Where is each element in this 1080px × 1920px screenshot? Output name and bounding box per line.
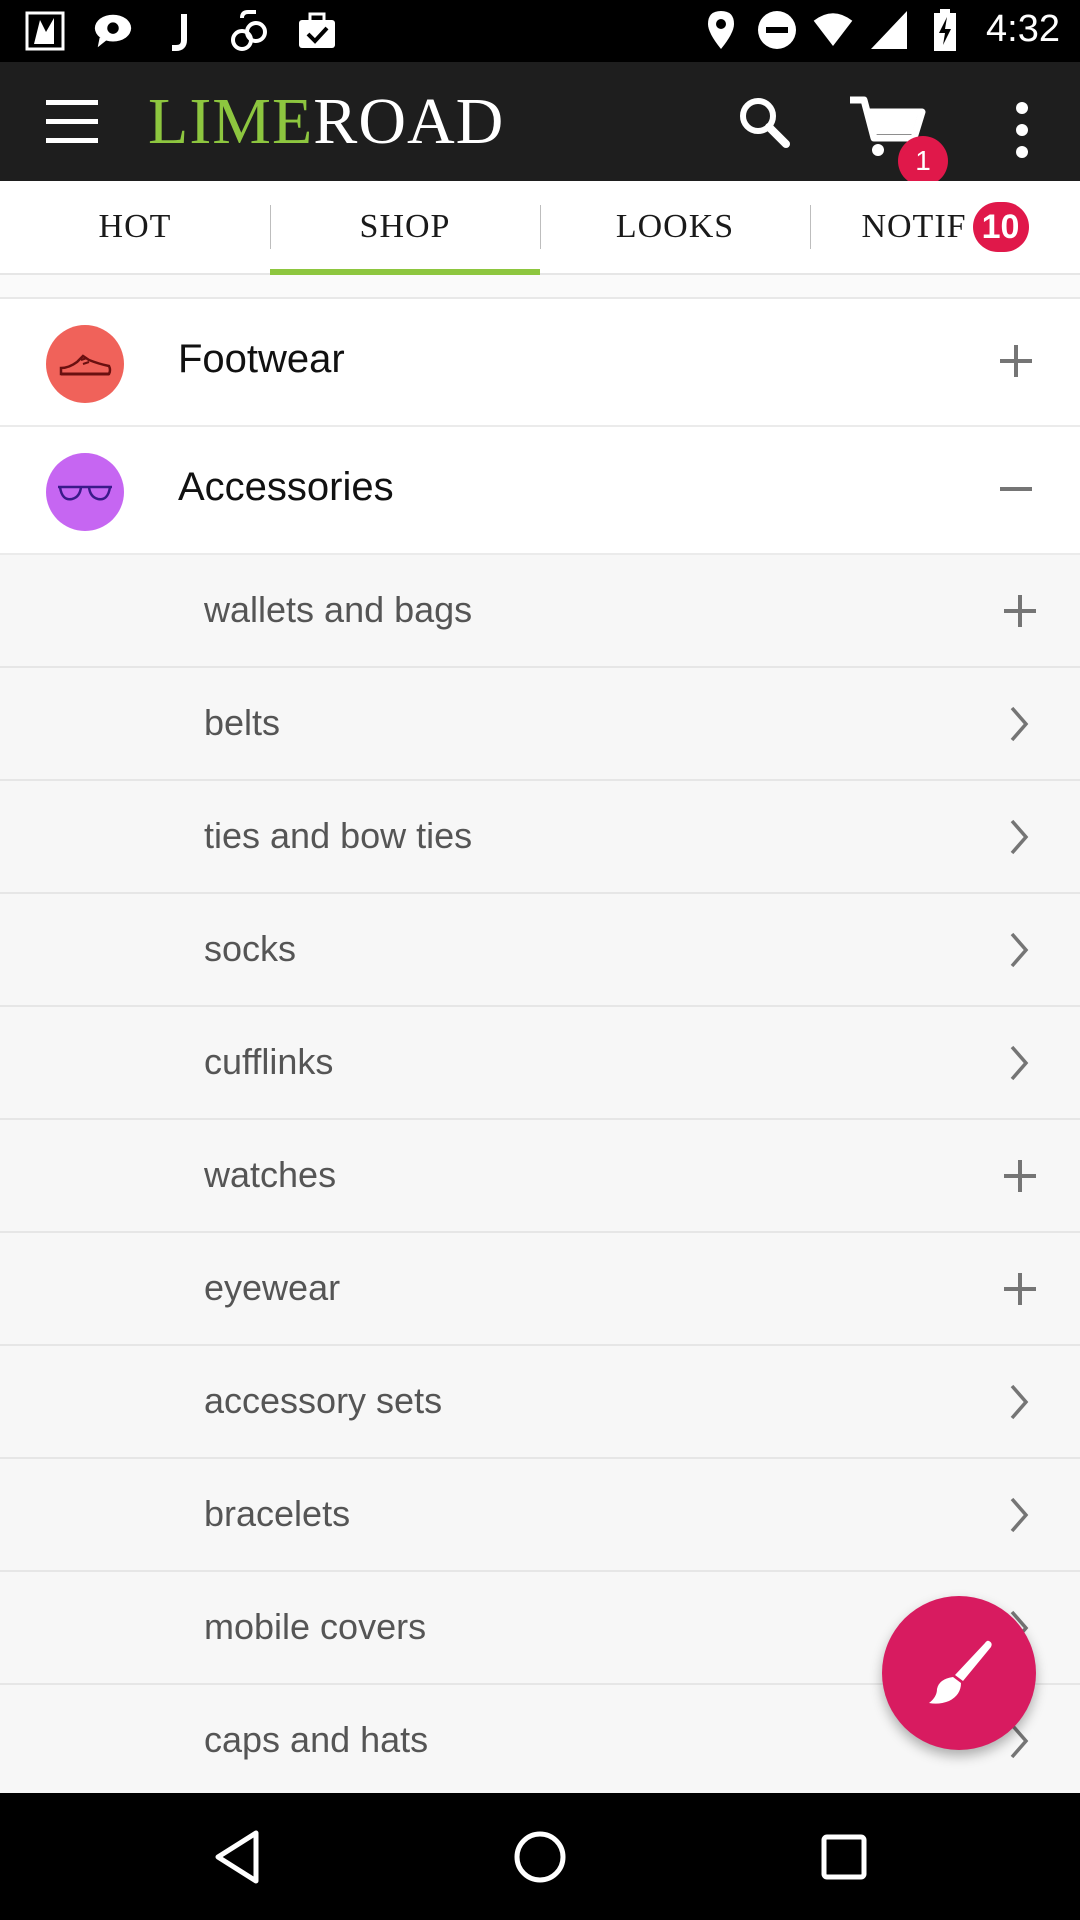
category-row-accessories[interactable]: Accessories (0, 427, 1080, 555)
subcategory-row[interactable]: wallets and bags (0, 555, 1080, 668)
subcategory-label: wallets and bags (204, 589, 473, 630)
back-icon[interactable] (204, 1823, 272, 1891)
tab-label: NOTIF (861, 208, 967, 245)
chevron-right-icon (998, 815, 1042, 859)
subcategory-row[interactable]: bracelets (0, 1459, 1080, 1572)
limeroad-logo[interactable]: LIMEROAD (148, 84, 504, 160)
expand-plus-icon[interactable] (998, 1154, 1042, 1198)
chevron-right-icon (998, 1493, 1042, 1537)
tab-notif[interactable]: NOTIF 10 (810, 181, 1080, 273)
battery-charging-icon (924, 8, 966, 51)
category-list: Footwear Accessories wallets and bags be… (0, 297, 1080, 1793)
tab-bar: HOT SHOP LOOKS NOTIF 10 (0, 181, 1080, 275)
chat-bubble-icon (92, 10, 134, 52)
subcategory-label: socks (204, 928, 297, 969)
subcategory-label: bracelets (204, 1493, 351, 1534)
subcategory-label: accessory sets (204, 1380, 443, 1421)
create-look-fab[interactable] (882, 1596, 1036, 1750)
wifi-icon (812, 9, 854, 51)
tab-label: SHOP (359, 208, 451, 245)
chevron-right-icon (998, 1380, 1042, 1424)
subcategory-label: watches (204, 1154, 337, 1195)
briefcase-check-icon (296, 10, 338, 52)
subcategory-row[interactable]: accessory sets (0, 1346, 1080, 1459)
tab-looks[interactable]: LOOKS (540, 181, 810, 273)
shoe-icon (46, 325, 124, 403)
tab-hot[interactable]: HOT (0, 181, 270, 273)
paint-brush-icon (929, 1640, 992, 1704)
logo-lime-text: LIME (148, 85, 314, 158)
recents-icon[interactable] (810, 1823, 878, 1891)
notification-count-badge: 10 (972, 202, 1029, 252)
subcategory-label: eyewear (204, 1267, 341, 1308)
subcategory-row[interactable]: socks (0, 894, 1080, 1007)
expand-plus-icon[interactable] (996, 341, 1036, 381)
more-options-icon[interactable] (1004, 100, 1040, 160)
expand-plus-icon[interactable] (998, 589, 1042, 633)
subcategory-label: cufflinks (204, 1041, 334, 1082)
collapse-minus-icon[interactable] (996, 469, 1036, 509)
link-icon (228, 10, 270, 52)
chevron-right-icon (998, 1041, 1042, 1085)
category-label: Accessories (178, 465, 394, 509)
cell-signal-icon (868, 9, 910, 51)
photo-app-icon (24, 10, 66, 52)
subcategory-row[interactable]: watches (0, 1120, 1080, 1233)
tab-shop[interactable]: SHOP (270, 181, 540, 275)
hamburger-menu-icon[interactable] (40, 96, 104, 148)
eyeglasses-icon (46, 453, 124, 531)
subcategory-label: ties and bow ties (204, 815, 473, 856)
subcategory-row[interactable]: belts (0, 668, 1080, 781)
j-app-icon (160, 10, 202, 52)
subcategory-row[interactable]: cufflinks (0, 1007, 1080, 1120)
location-icon (700, 9, 742, 51)
logo-road-text: ROAD (313, 85, 505, 158)
app-bar: LIMEROAD 1 (0, 62, 1080, 186)
subcategory-row[interactable]: eyewear (0, 1233, 1080, 1346)
category-label: Footwear (178, 337, 345, 381)
expand-plus-icon[interactable] (998, 1267, 1042, 1311)
tab-label: LOOKS (615, 208, 735, 245)
subcategory-row[interactable]: ties and bow ties (0, 781, 1080, 894)
do-not-disturb-icon (756, 9, 798, 51)
subcategory-label: mobile covers (204, 1606, 427, 1647)
subcategory-label: caps and hats (204, 1719, 429, 1760)
search-icon[interactable] (736, 94, 792, 150)
tab-label: HOT (98, 208, 172, 245)
subcategory-label: belts (204, 702, 281, 743)
system-nav-bar (0, 1793, 1080, 1920)
category-row-footwear[interactable]: Footwear (0, 299, 1080, 427)
clock: 4:32 (986, 8, 1060, 50)
home-icon[interactable] (506, 1823, 574, 1891)
chevron-right-icon (998, 928, 1042, 972)
status-bar: 4:32 (0, 0, 1080, 62)
cart-count-badge: 1 (898, 136, 948, 186)
chevron-right-icon (998, 702, 1042, 746)
